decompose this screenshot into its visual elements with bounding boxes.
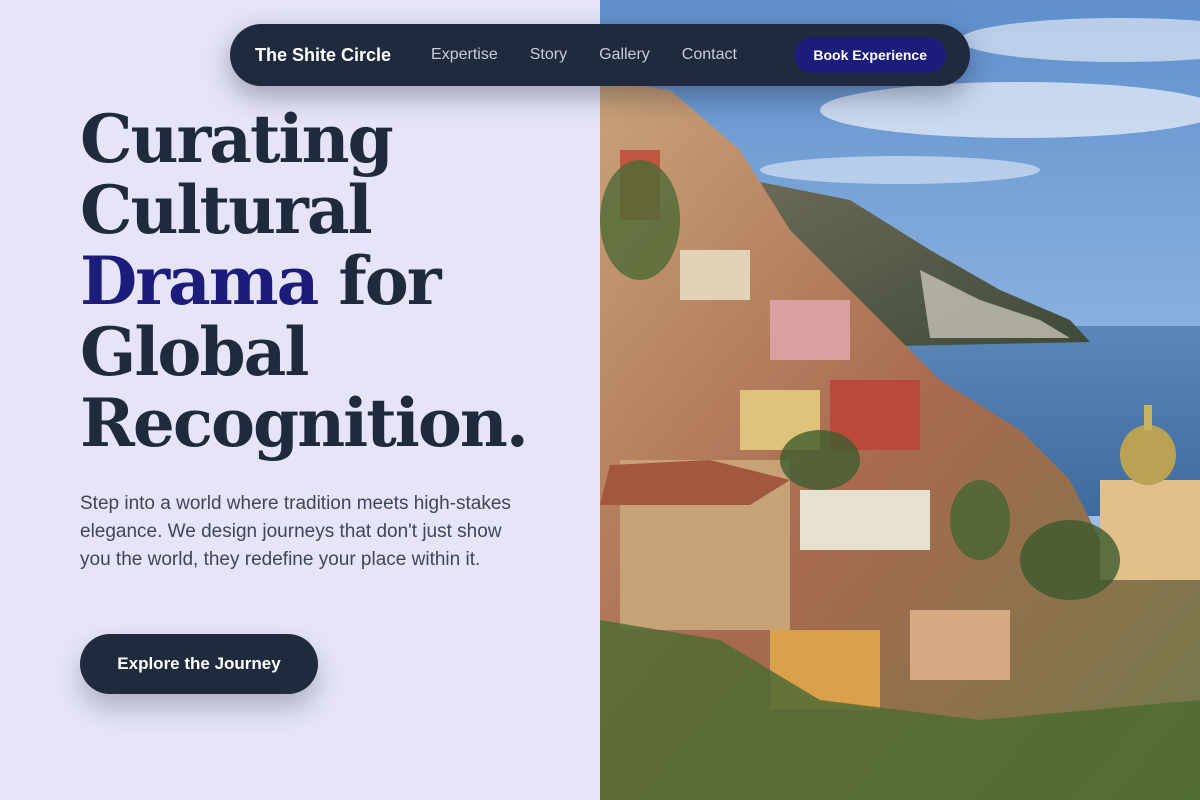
headline-accent-word: Drama — [80, 242, 319, 320]
headline-line-2: Cultural — [80, 171, 373, 249]
hero-subtext: Step into a world where tradition meets … — [80, 493, 511, 570]
nav-link-gallery[interactable]: Gallery — [599, 46, 650, 64]
headline-line-3-rest: for — [317, 242, 441, 320]
hero-image-scene — [600, 0, 1200, 800]
hero-headline: Curating Cultural Drama for Global Recog… — [80, 104, 580, 459]
book-experience-button[interactable]: Book Experience — [794, 37, 946, 73]
brand-logo[interactable]: The Shite Circle — [255, 45, 391, 66]
headline-line-5: Recognition. — [80, 384, 529, 462]
nav-link-story[interactable]: Story — [530, 46, 567, 64]
nav-link-contact[interactable]: Contact — [682, 46, 737, 64]
explore-journey-button[interactable]: Explore the Journey — [80, 634, 318, 694]
headline-line-4: Global — [80, 313, 309, 391]
nav-link-expertise[interactable]: Expertise — [431, 46, 498, 64]
hero-image-positano — [600, 0, 1200, 800]
main-nav: The Shite Circle Expertise Story Gallery… — [230, 24, 970, 86]
nav-links: Expertise Story Gallery Contact — [431, 46, 737, 64]
headline-line-1: Curating — [80, 100, 394, 178]
